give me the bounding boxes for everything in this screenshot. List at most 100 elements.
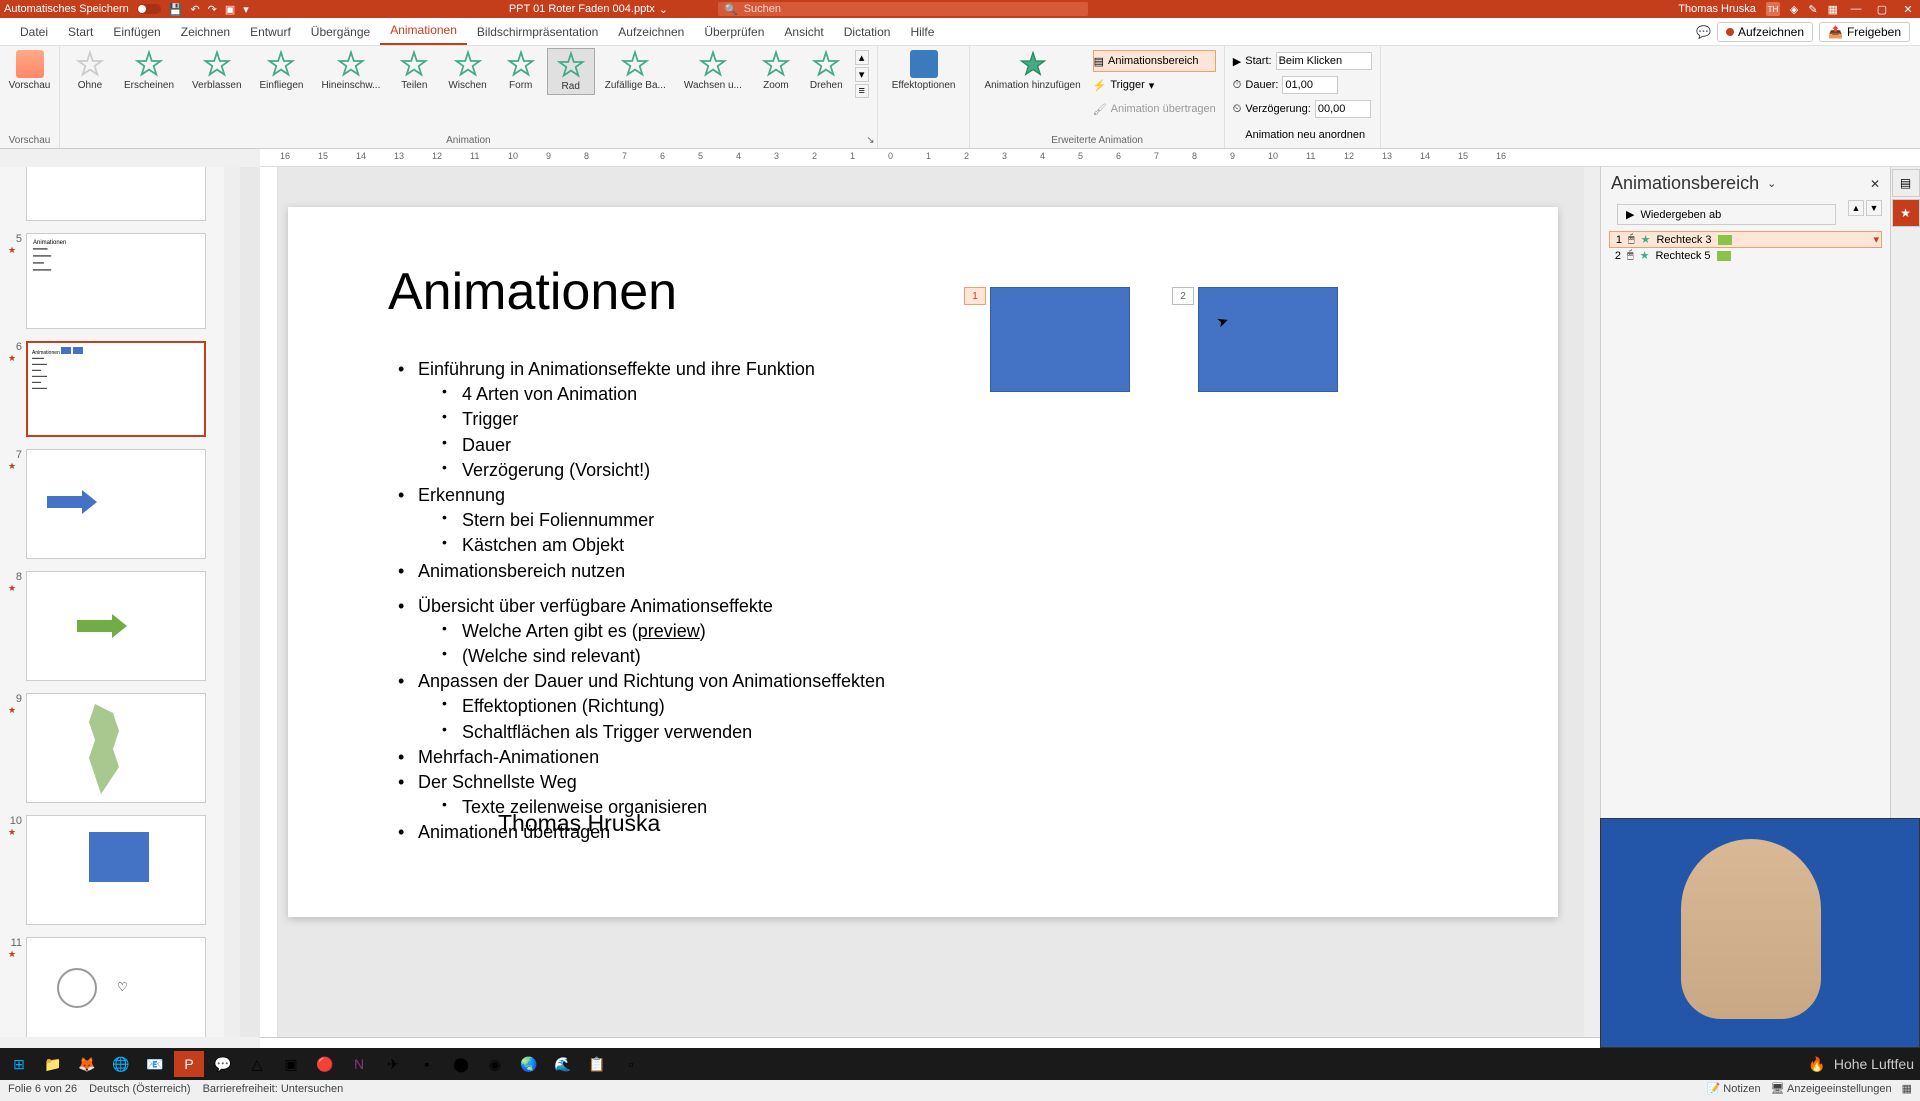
edge-icon[interactable]: 🌊 [548,1051,578,1077]
start-dropdown[interactable] [1276,52,1372,70]
pen-icon[interactable]: ✎ [1808,3,1817,16]
thumb-slide-7[interactable] [26,449,206,559]
duration-input[interactable] [1282,76,1338,94]
chevron-down-icon[interactable]: ▾ [1873,233,1879,246]
app4-icon[interactable]: ▪ [412,1051,442,1077]
anim-rad[interactable]: Rad [547,48,595,95]
firefox-icon[interactable]: 🦊 [72,1051,102,1077]
rectangle-3[interactable] [990,287,1130,392]
comments-icon[interactable]: 💬 [1696,25,1711,39]
share-button[interactable]: 📤Freigeben [1819,22,1910,42]
group-launcher-icon[interactable]: ↘ [866,135,874,146]
anim-hineinschw...[interactable]: Hineinschw... [313,48,388,93]
anim-ohne[interactable]: Ohne [66,48,114,93]
tab-zeichnen[interactable]: Zeichnen [171,21,240,45]
thumb-slide-8[interactable] [26,571,206,681]
gallery-up-icon[interactable]: ▴ [855,50,869,65]
sidepanel-tab-1[interactable]: ▤ [1892,169,1920,197]
editor-scrollbar[interactable] [1584,167,1600,1037]
anim-teilen[interactable]: Teilen [390,48,438,93]
tab-entwurf[interactable]: Entwurf [240,21,301,45]
anim-wischen[interactable]: Wischen [440,48,494,93]
anim-form[interactable]: Form [497,48,545,93]
chevron-down-icon[interactable]: ⌄ [1767,177,1776,190]
normal-view-icon[interactable]: ▦ [1902,1082,1912,1095]
trigger-button[interactable]: ⚡Trigger▾ [1093,74,1216,96]
record-button[interactable]: Aufzeichnen [1717,22,1813,42]
tab-animationen[interactable]: Animationen [380,19,467,45]
thumb-slide-4[interactable] [26,167,206,221]
animation-tag-2[interactable]: 2 [1172,287,1194,305]
accessibility-status[interactable]: Barrierefreiheit: Untersuchen [203,1083,344,1095]
anim-zufällige ba...[interactable]: Zufällige Ba... [597,48,674,93]
obs-icon[interactable]: ⬤ [446,1051,476,1077]
pane-close-icon[interactable]: ✕ [1870,177,1880,191]
play-from-button[interactable]: ▶Wiedergeben ab [1617,204,1836,225]
user-name[interactable]: Thomas Hruska [1678,3,1756,15]
close-button[interactable]: ✕ [1900,3,1916,16]
gallery-down-icon[interactable]: ▾ [855,67,869,82]
start-button[interactable]: ⊞ [4,1051,34,1077]
maximize-button[interactable]: ▢ [1874,3,1890,16]
anim-einfliegen[interactable]: Einfliegen [252,48,312,93]
user-avatar[interactable]: TH [1766,2,1780,16]
app8-icon[interactable]: ▫ [616,1051,646,1077]
explorer-icon[interactable]: 📁 [38,1051,68,1077]
outlook-icon[interactable]: 📧 [140,1051,170,1077]
tab-hilfe[interactable]: Hilfe [900,21,944,45]
animation-tag-1[interactable]: 1 [964,287,986,305]
slide-counter[interactable]: Folie 6 von 26 [8,1083,77,1095]
anim-item-0[interactable]: 1🖱★Rechteck 3▾ [1609,231,1882,248]
tab-dictation[interactable]: Dictation [834,21,901,45]
anim-drehen[interactable]: Drehen [802,48,851,93]
anim-wachsen u...[interactable]: Wachsen u... [676,48,750,93]
slide-title[interactable]: Animationen [388,262,677,322]
effect-options-button[interactable]: Effektoptionen [884,48,964,93]
preview-button[interactable]: Vorschau [1,48,59,93]
anim-erscheinen[interactable]: Erscheinen [116,48,182,93]
redo-icon[interactable]: ↷ [208,3,217,16]
anim-verblassen[interactable]: Verblassen [184,48,249,93]
tab-ueberpruefen[interactable]: Überprüfen [694,21,774,45]
slide-body[interactable]: Einführung in Animationseffekte und ihre… [398,357,885,846]
weather-text[interactable]: Hohe Luftfeu [1834,1056,1914,1072]
sidepanel-tab-2[interactable]: ★ [1892,199,1920,227]
thumb-slide-5[interactable]: Animationen━━━━━━━━━━━━━━━━━ [26,233,206,329]
thumb-slide-11[interactable]: ♡ [26,937,206,1037]
undo-icon[interactable]: ↶ [190,3,199,16]
search-box[interactable]: 🔍 Suchen [718,2,1088,16]
language-status[interactable]: Deutsch (Österreich) [89,1083,190,1095]
slide-author[interactable]: Thomas Hruska [498,810,660,837]
notes-toggle[interactable]: 📝 Notizen [1707,1082,1761,1095]
add-animation-button[interactable]: Animation hinzufügen [976,48,1088,93]
move-up-icon[interactable]: ▲ [1848,200,1864,216]
tab-einfuegen[interactable]: Einfügen [103,21,170,45]
vlc-icon[interactable]: △ [242,1051,272,1077]
anim-zoom[interactable]: Zoom [752,48,800,93]
onenote-icon[interactable]: N [344,1051,374,1077]
save-icon[interactable]: 💾 [169,3,183,16]
delay-input[interactable] [1315,100,1371,118]
tab-ansicht[interactable]: Ansicht [774,21,833,45]
app5-icon[interactable]: ◉ [480,1051,510,1077]
thumb-slide-10[interactable] [26,815,206,925]
thumbnail-scrollbar[interactable] [224,167,240,1037]
tab-aufzeichnen[interactable]: Aufzeichnen [608,21,694,45]
thumb-slide-6[interactable]: Animationen ━━━━━━━━━━━━━━━━━━━━━━━━━ [26,341,206,437]
display-settings[interactable]: 🖥 Anzeigeeinstellungen [1771,1082,1892,1095]
slide-editor[interactable]: Animationen 1 2 Einführung in Animations… [240,167,1600,1037]
gallery-more-icon[interactable]: ≡ [855,84,869,98]
diamond-icon[interactable]: ◈ [1790,3,1798,16]
app3-icon[interactable]: 🔴 [310,1051,340,1077]
weather-icon[interactable]: 🔥 [1808,1056,1825,1073]
present-icon[interactable]: ▣ [225,3,235,16]
app7-icon[interactable]: 📋 [582,1051,612,1077]
filename-chevron-icon[interactable]: ⌄ [659,3,668,16]
more-icon[interactable]: ▾ [243,3,249,16]
anim-item-1[interactable]: 2🖱★Rechteck 5 [1609,248,1882,263]
slide-canvas[interactable]: Animationen 1 2 Einführung in Animations… [288,207,1558,917]
telegram-icon[interactable]: ✈ [378,1051,408,1077]
rectangle-5[interactable] [1198,287,1338,392]
tab-datei[interactable]: Datei [10,21,58,45]
move-down-icon[interactable]: ▼ [1866,200,1882,216]
